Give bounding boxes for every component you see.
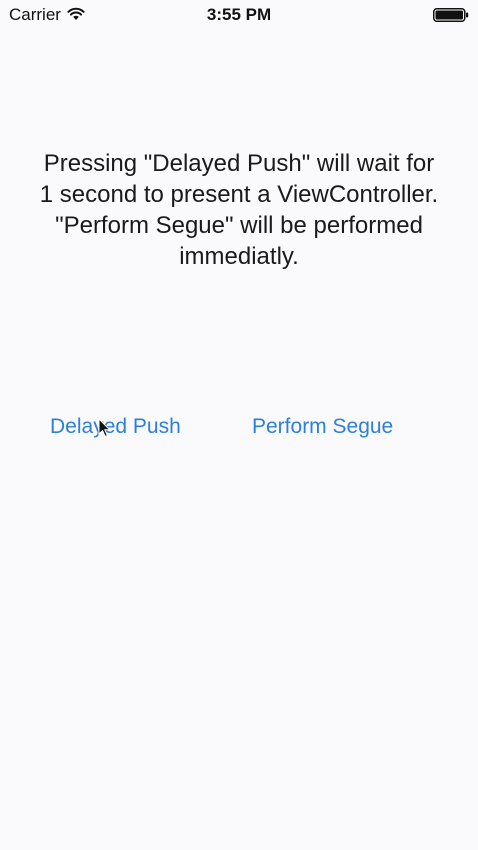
arrow-cursor-icon xyxy=(98,417,112,438)
perform-segue-button[interactable]: Perform Segue xyxy=(252,410,393,444)
battery-full-icon xyxy=(433,7,469,23)
carrier-label: Carrier xyxy=(9,5,61,24)
instructions-text: Pressing "Delayed Push" will wait for 1 … xyxy=(39,150,439,270)
delayed-push-button[interactable]: Delayed Push xyxy=(50,410,181,444)
status-bar: Carrier 3:55 PM xyxy=(0,0,478,30)
buttons-row: Delayed Push Perform Segue xyxy=(0,410,478,444)
wifi-icon xyxy=(67,7,85,21)
status-left: Carrier xyxy=(9,5,85,25)
